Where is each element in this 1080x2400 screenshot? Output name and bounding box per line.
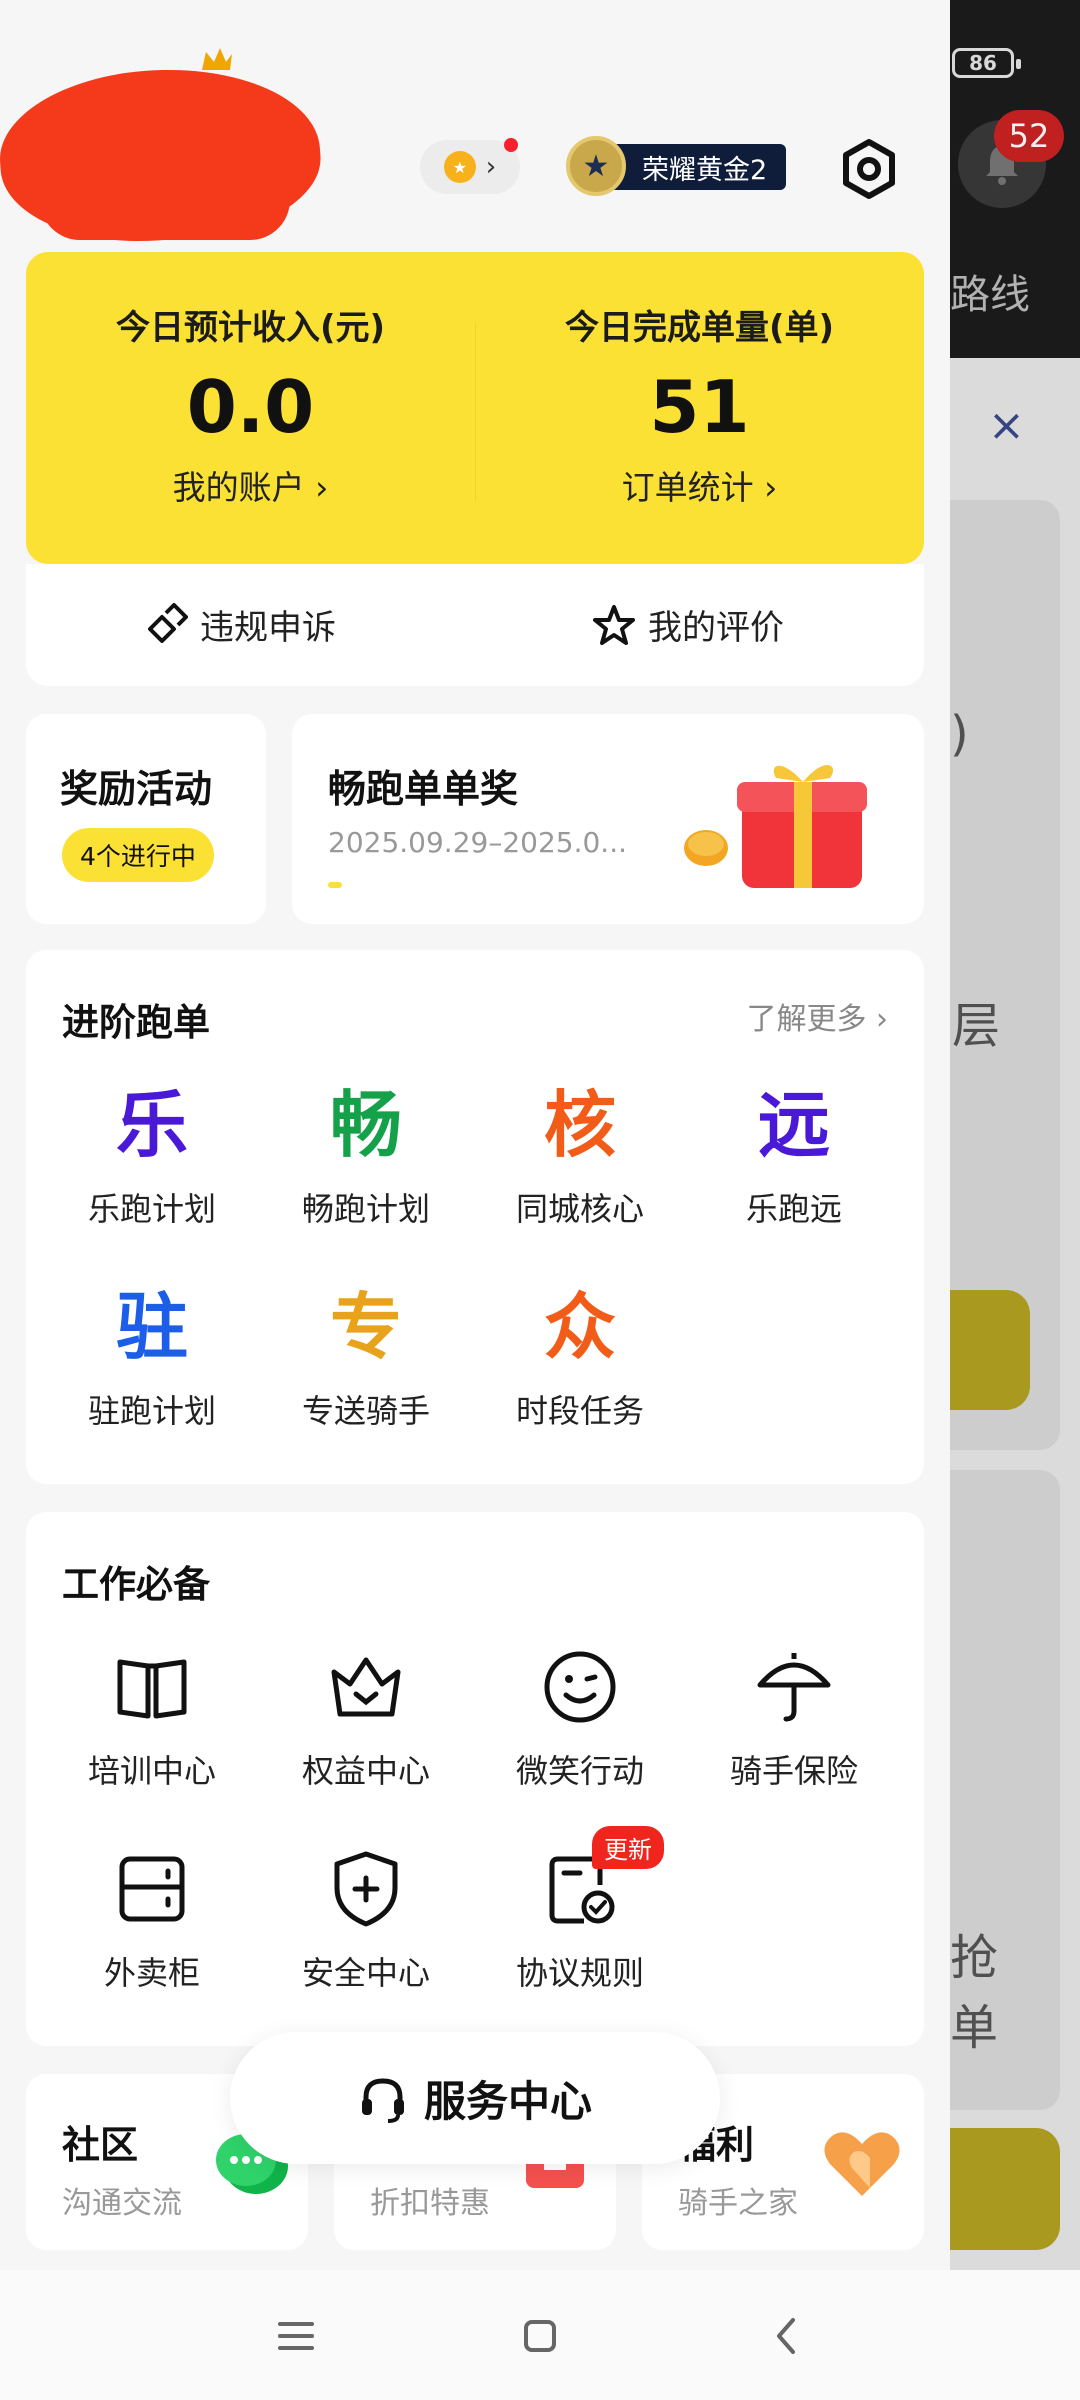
quick-actions-row: 违规申诉 我的评价 — [26, 564, 924, 686]
plan-glyph: 专 — [329, 1285, 402, 1369]
promo-date: 2025.09.29–2025.0... — [328, 826, 627, 859]
service-center-button[interactable]: 服务中心 — [230, 2032, 720, 2164]
grid-label: 安全中心 — [301, 1954, 430, 1992]
advanced-runs-card: 进阶跑单 了解更多 › 乐 乐跑计划 畅 畅跑计划 核 同城核心 远 乐跑远 驻… — [26, 950, 924, 1484]
plan-label: 乐跑计划 — [87, 1190, 216, 1228]
section-title: 进阶跑单 — [62, 1001, 210, 1044]
plan-item-far[interactable]: 远 乐跑远 — [694, 1080, 894, 1230]
smile-icon — [480, 1642, 680, 1732]
safety-center-item[interactable]: 安全中心 — [266, 1844, 466, 1994]
coin-icon: ★ — [443, 151, 476, 183]
redacted-profile — [40, 160, 290, 240]
side-drawer: ★ › 荣耀黄金2 ★ 今日预计收入(元) 0.0 我的账户 › 今日完成单量(… — [0, 0, 950, 2270]
star-emblem-icon: ★ — [566, 136, 626, 196]
order-stats-link[interactable]: 订单统计 › — [475, 461, 924, 509]
work-essentials-card: 工作必备 培训中心 权益中心 微笑行动 骑手保险 外卖柜 安全中心 更新 协议规… — [26, 1512, 924, 2046]
plan-glyph: 乐 — [115, 1083, 188, 1167]
my-account-link[interactable]: 我的账户 › — [26, 461, 475, 509]
system-nav-bar — [0, 2270, 1080, 2400]
hammer-icon — [148, 602, 188, 643]
agreement-rules-item[interactable]: 更新 协议规则 — [480, 1826, 680, 1994]
plan-item-dedicated[interactable]: 专 专送骑手 — [266, 1282, 466, 1432]
headset-icon — [361, 2078, 404, 2123]
carousel-indicator — [328, 882, 342, 888]
plan-label: 乐跑远 — [745, 1190, 842, 1228]
agreement-icon: 更新 — [480, 1826, 680, 1934]
umbrella-icon — [694, 1642, 894, 1732]
reward-title: 奖励活动 — [60, 767, 213, 811]
home-icon[interactable] — [510, 2306, 570, 2366]
plan-item-stationed[interactable]: 驻 驻跑计划 — [52, 1282, 252, 1432]
crown-icon — [266, 1642, 466, 1732]
rider-insurance-item[interactable]: 骑手保险 — [694, 1642, 894, 1792]
crown-small-icon — [200, 46, 236, 80]
grid-label: 权益中心 — [301, 1752, 430, 1790]
plan-label: 同城核心 — [515, 1190, 644, 1228]
plan-label: 驻跑计划 — [87, 1392, 216, 1430]
section-title: 工作必备 — [62, 1563, 210, 1606]
rating-label: 我的评价 — [648, 608, 784, 648]
discount-sub: 折扣特惠 — [370, 2186, 490, 2221]
update-badge: 更新 — [592, 1826, 664, 1869]
learn-more-link[interactable]: 了解更多 › — [746, 994, 888, 1038]
plan-label: 专送骑手 — [301, 1392, 430, 1430]
community-title: 社区 — [62, 2123, 139, 2167]
chevron-right-icon: › — [485, 152, 497, 182]
menu-icon[interactable] — [266, 2306, 326, 2366]
plan-glyph: 畅 — [329, 1083, 402, 1167]
community-sub: 沟通交流 — [62, 2186, 182, 2221]
training-center-item[interactable]: 培训中心 — [52, 1642, 252, 1792]
plan-glyph: 驻 — [115, 1285, 188, 1369]
plan-glyph: 众 — [543, 1285, 616, 1369]
income-value: 0.0 — [186, 365, 315, 449]
promo-banner[interactable]: 畅跑单单奖 2025.09.29–2025.0... — [292, 714, 924, 924]
plan-glyph: 核 — [543, 1083, 616, 1167]
promo-title: 畅跑单单奖 — [328, 767, 519, 811]
welfare-sub: 骑手之家 — [678, 2186, 798, 2221]
gift-box-icon — [684, 764, 867, 888]
shield-icon — [266, 1844, 466, 1934]
plan-glyph: 远 — [757, 1083, 830, 1167]
plan-item-changpao[interactable]: 畅 畅跑计划 — [266, 1080, 466, 1230]
back-icon[interactable] — [756, 2306, 816, 2366]
appeal-label: 违规申诉 — [200, 608, 336, 648]
grid-label: 协议规则 — [515, 1954, 644, 1992]
reward-activity-card[interactable]: 奖励活动 4个进行中 — [26, 714, 266, 924]
appeal-button[interactable]: 违规申诉 — [144, 600, 336, 649]
plan-item-lepao[interactable]: 乐 乐跑计划 — [52, 1080, 252, 1230]
plan-label: 畅跑计划 — [301, 1190, 430, 1228]
locker-icon — [52, 1844, 252, 1934]
benefits-center-item[interactable]: 权益中心 — [266, 1642, 466, 1792]
grid-label: 培训中心 — [87, 1752, 216, 1790]
smile-action-item[interactable]: 微笑行动 — [480, 1642, 680, 1792]
heart-icon — [824, 2132, 900, 2196]
book-icon — [52, 1642, 252, 1732]
orders-column: 今日完成单量(单) 51 订单统计 › — [475, 252, 924, 564]
settings-icon[interactable] — [838, 138, 900, 200]
plan-label: 时段任务 — [515, 1392, 644, 1430]
income-title: 今日预计收入(元) — [115, 308, 386, 348]
rank-badge[interactable]: 荣耀黄金2 ★ — [566, 136, 786, 196]
locker-item[interactable]: 外卖柜 — [52, 1844, 252, 1994]
income-column: 今日预计收入(元) 0.0 我的账户 › — [26, 252, 475, 564]
star-icon — [593, 604, 635, 645]
plan-item-core[interactable]: 核 同城核心 — [480, 1080, 680, 1230]
my-rating-button[interactable]: 我的评价 — [592, 600, 784, 649]
grid-label: 骑手保险 — [729, 1752, 858, 1790]
reward-count-pill: 4个进行中 — [62, 828, 214, 882]
plan-item-timeslot[interactable]: 众 时段任务 — [480, 1282, 680, 1432]
grid-label: 微笑行动 — [515, 1752, 644, 1790]
service-center-label: 服务中心 — [423, 2076, 592, 2126]
orders-value: 51 — [649, 365, 750, 449]
orders-title: 今日完成单量(单) — [564, 308, 835, 348]
notification-dot — [504, 138, 518, 152]
income-card: 今日预计收入(元) 0.0 我的账户 › 今日完成单量(单) 51 订单统计 › — [26, 252, 924, 564]
grid-label: 外卖柜 — [103, 1954, 200, 1992]
